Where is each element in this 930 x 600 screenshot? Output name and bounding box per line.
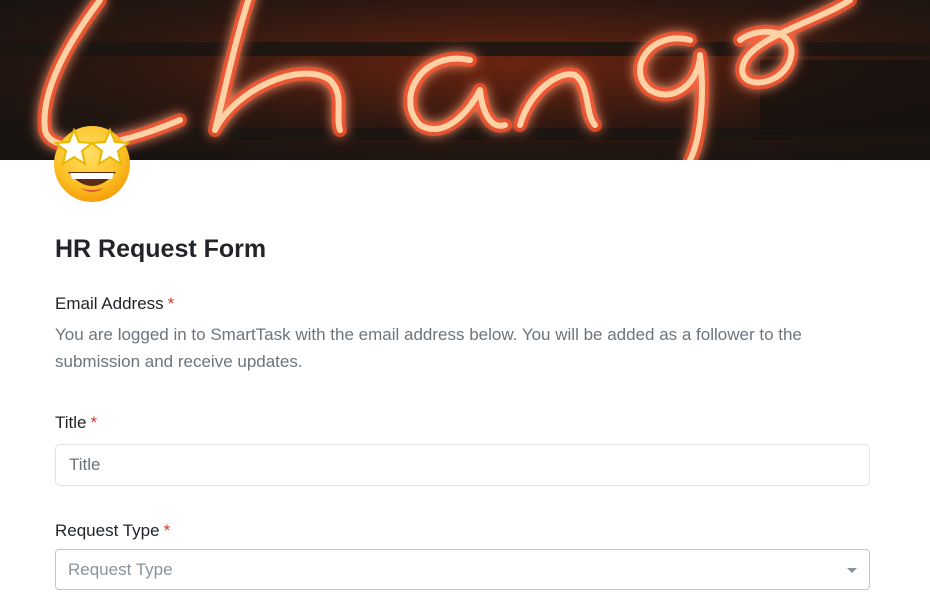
title-input[interactable] <box>55 444 870 486</box>
title-group: Title * <box>55 412 870 486</box>
title-label: Title * <box>55 412 870 434</box>
email-address-group: Email Address * You are logged in to Smar… <box>55 293 870 375</box>
request-type-select[interactable]: Request Type <box>55 549 870 590</box>
cover-image <box>0 0 930 160</box>
request-type-group: Request Type * Request Type <box>55 520 870 590</box>
required-marker: * <box>90 413 98 432</box>
star-struck-emoji-icon <box>50 120 134 204</box>
required-marker: * <box>163 521 171 540</box>
request-form: HR Request Form Email Address * You are l… <box>55 230 870 590</box>
request-type-placeholder: Request Type <box>68 560 173 579</box>
form-title: HR Request Form <box>55 235 267 263</box>
email-help-text: You are logged in to SmartTask with the … <box>55 325 802 371</box>
required-marker: * <box>167 294 175 313</box>
request-type-label: Request Type * <box>55 520 870 542</box>
caret-down-icon <box>847 568 857 573</box>
email-address-label: Email Address * <box>55 293 870 315</box>
hr-request-form-page: HR Request Form Email Address * You are l… <box>0 0 930 600</box>
title-label-text: Title <box>55 413 87 432</box>
neon-sign-image <box>0 0 930 160</box>
email-address-label-text: Email Address <box>55 294 164 313</box>
request-type-label-text: Request Type <box>55 521 160 540</box>
